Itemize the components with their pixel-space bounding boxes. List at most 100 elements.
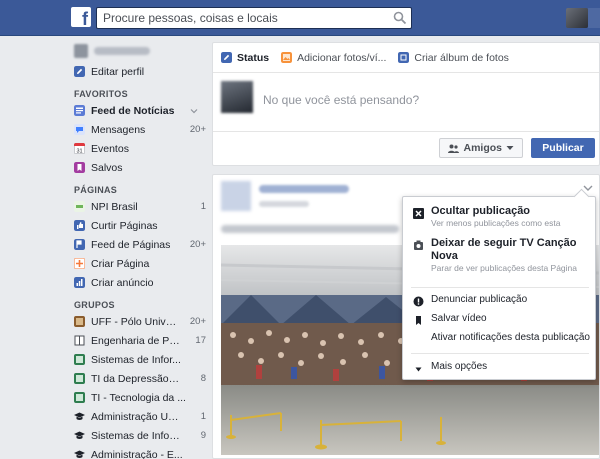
menu-divider [411,353,589,354]
friends-icon [448,144,460,153]
edit-icon [74,66,85,77]
user-name-blurred [94,47,150,55]
composer-footer: Amigos Publicar [213,131,599,165]
tab-add-photos[interactable]: Adicionar fotos/ví... [281,52,386,64]
photo-icon [281,52,293,63]
sidebar-item-label: Sistemas de Inform... [91,429,180,442]
menu-item-turn-on-notifications[interactable]: Ativar notificações desta publicação [403,331,595,345]
publish-button[interactable]: Publicar [531,138,595,158]
book-icon [74,335,85,346]
events-icon: 31 [74,143,85,154]
menu-item-subtitle: Ver menos publicações como esta [431,218,561,228]
sidebar-item-label: Feed de Notícias [91,104,175,117]
menu-item-subtitle: Parar de ver publicações desta Página [431,263,578,273]
sidebar-item-group[interactable]: Sistemas de Inform... 9 [66,426,206,445]
audience-selector-button[interactable]: Amigos [439,138,523,158]
tab-status[interactable]: Status [221,52,269,64]
sidebar-item-label: NPI Brasil [91,200,138,213]
sidebar-item-label: Feed de Páginas [91,238,171,251]
audience-label: Amigos [463,142,502,154]
group-icon [74,373,85,384]
chevron-down-icon[interactable] [190,107,198,115]
sidebar-item-saved[interactable]: Salvos [66,158,206,177]
group-icon [74,316,85,327]
sidebar-item-label: Mensagens [91,123,146,136]
facebook-logo[interactable]: f [71,7,91,27]
page-icon [74,201,85,212]
sidebar-item-group[interactable]: Administração - E... [66,445,206,459]
post-options-menu: Ocultar publicação Ver menos publicações… [402,196,596,380]
sidebar-item-npi-brasil[interactable]: NPI Brasil 1 [66,197,206,216]
status-input-placeholder[interactable]: No que você está pensando? [263,93,419,107]
pages-feed-icon [74,239,85,250]
favorites-header: FAVORITOS [74,89,128,99]
pages-header: PÁGINAS [74,185,118,195]
count-badge: 17 [195,335,206,346]
user-avatar[interactable] [566,8,588,28]
tab-label: Status [237,51,270,64]
menu-item-save-video[interactable]: Salvar vídeo [403,312,595,326]
count-badge: 8 [200,373,206,384]
edit-profile-link[interactable]: Editar perfil [66,62,206,81]
sidebar-item-group[interactable]: TI - Tecnologia da ... [66,388,206,407]
search-input[interactable] [97,8,377,28]
sidebar-item-label: Engenharia de Pro... [91,334,180,347]
search-icon[interactable] [393,11,407,25]
tab-label: Adicionar fotos/ví... [297,51,387,64]
menu-item-title: Deixar de seguir TV Canção Nova [431,237,577,262]
sidebar-item-like-pages[interactable]: Curtir Páginas [66,216,206,235]
sidebar-item-messages[interactable]: Mensagens 20+ [66,120,206,139]
menu-item-hide-post[interactable]: Ocultar publicação Ver menos publicações… [403,205,595,229]
left-sidebar: Editar perfil FAVORITOS Feed de Notícias… [66,40,206,459]
count-badge: 1 [200,411,206,422]
menu-item-more-options[interactable]: Mais opções [403,360,595,374]
post-composer: Status Adicionar fotos/ví... Criar álbum… [212,42,600,166]
sidebar-item-label: Curtir Páginas [91,219,158,232]
sidebar-item-label: Salvos [91,161,123,174]
menu-item-unfollow[interactable]: Deixar de seguir TV Canção Nova Parar de… [403,237,595,274]
sidebar-item-label: TI da Depressão S... [91,372,180,385]
groups-header: GRUPOS [74,300,115,310]
graduation-cap-icon [74,431,85,439]
count-badge: 1 [200,201,206,212]
sidebar-item-group[interactable]: Engenharia de Pro... 17 [66,331,206,350]
album-icon [398,52,410,63]
unfollow-icon [414,240,423,250]
tab-label: Criar álbum de fotos [414,51,509,64]
menu-item-label: Salvar vídeo [431,313,487,324]
count-badge: 20+ [189,124,206,135]
sidebar-item-create-page[interactable]: Criar Página [66,254,206,273]
create-page-icon [74,258,85,269]
bookmark-icon [416,316,421,325]
sidebar-item-group[interactable]: Administração UVA... 1 [66,407,206,426]
saved-icon [74,162,85,173]
chevron-down-icon [506,146,514,150]
post-timestamp-blurred [259,201,309,207]
sidebar-item-label: TI - Tecnologia da ... [91,391,186,404]
sidebar-item-events[interactable]: 31 Eventos [66,139,206,158]
sidebar-item-create-ad[interactable]: Criar anúncio [66,273,206,292]
sidebar-item-group[interactable]: UFF - Pólo Univer... 20+ [66,312,206,331]
composer-body[interactable]: No que você está pensando? [213,73,599,133]
sidebar-item-group[interactable]: TI da Depressão S... 8 [66,369,206,388]
sidebar-item-news-feed[interactable]: Feed de Notícias [66,101,206,120]
search-box[interactable] [96,7,412,29]
page-name-blurred[interactable] [259,185,349,193]
sidebar-item-pages-feed[interactable]: Feed de Páginas 20+ [66,235,206,254]
tab-create-album[interactable]: Criar álbum de fotos [398,52,509,64]
page-avatar[interactable] [221,181,251,211]
caret-down-icon [415,367,422,372]
menu-item-label: Ativar notificações desta publicação [431,332,590,343]
group-icon [74,392,85,403]
sidebar-item-label: Eventos [91,142,129,155]
messages-icon [74,124,85,135]
create-ad-icon [74,277,85,288]
profile-link[interactable] [588,8,600,28]
menu-item-report-post[interactable]: Denunciar publicação [403,293,595,307]
sidebar-item-group[interactable]: Sistemas de Infor... [66,350,206,369]
sidebar-item-label: UFF - Pólo Univer... [91,315,180,328]
profile-link[interactable] [74,40,206,62]
avatar [221,81,253,113]
post-text-blurred [221,225,399,233]
menu-item-title: Ocultar publicação [431,205,531,217]
